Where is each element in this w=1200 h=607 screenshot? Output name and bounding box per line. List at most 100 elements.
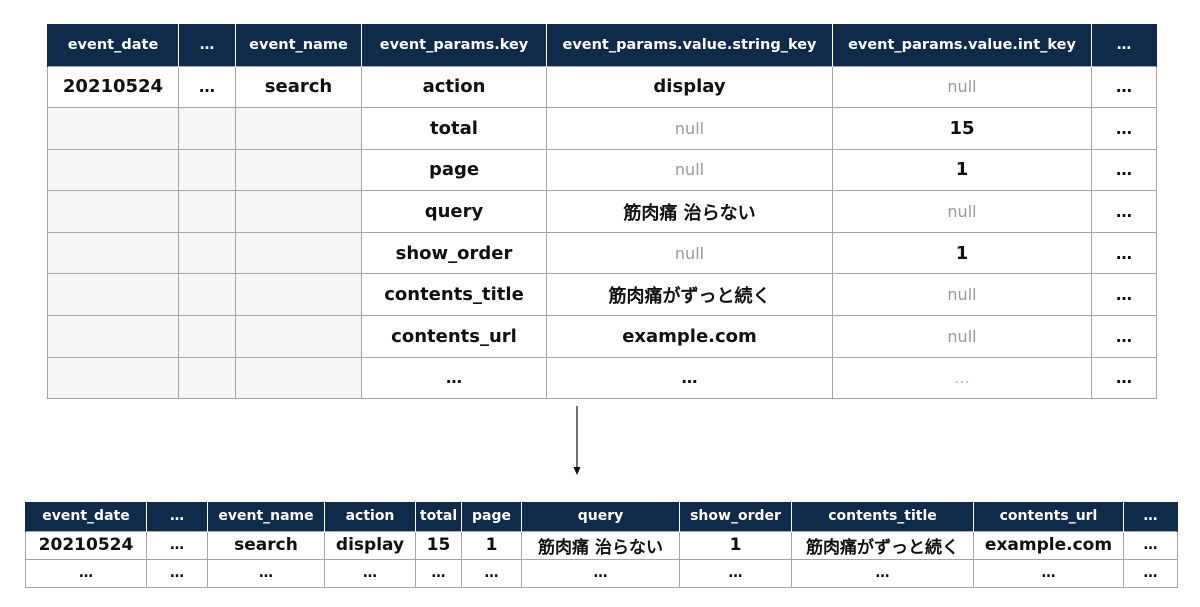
column-header: … [1091,24,1157,66]
table-cell [235,273,362,317]
column-header: … [1123,502,1178,531]
column-header: event_name [207,502,325,531]
down-arrow-icon [573,406,581,475]
table-cell: … [546,356,833,400]
table-cell [235,148,362,192]
table-cell [235,315,362,358]
table-cell: … [207,558,325,588]
table-cell: … [1091,356,1157,400]
table-cell: … [146,558,208,588]
table-cell [235,107,362,150]
table-cell: 1 [832,231,1092,275]
table-cell: … [1123,530,1178,560]
table-cell: null [546,107,833,150]
table-cell: 筋肉痛がずっと続く [546,273,833,317]
column-header: … [146,502,208,531]
table-cell: action [361,65,547,109]
table-cell: show_order [361,231,547,275]
table-cell: display [546,65,833,109]
table-cell: contents_url [361,315,547,358]
table-cell: … [25,558,147,588]
table-cell [47,273,179,317]
column-header: query [521,502,680,531]
table-cell: … [1091,190,1157,233]
table-cell: page [361,148,547,192]
table-row: page null 1 … [47,148,1157,192]
table-cell [178,148,236,192]
table-cell [178,273,236,317]
table-row: 20210524 … search action display null … [47,65,1157,109]
table-cell: query [361,190,547,233]
table-row: query 筋肉痛 治らない null … [47,190,1157,233]
table-row: show_order null 1 … [47,231,1157,275]
table-cell: … [415,558,462,588]
table-cell: … [461,558,522,588]
table-row: contents_title 筋肉痛がずっと続く null … [47,273,1157,317]
table-cell: … [679,558,792,588]
table-cell: … [1091,273,1157,317]
table-cell [235,190,362,233]
flattened-event-table: event_date … event_name action total pag… [25,502,1178,588]
table-cell: … [1123,558,1178,588]
table-header-row: event_date … event_name event_params.key… [47,24,1157,66]
column-header: page [461,502,522,531]
column-header: event_params.key [361,24,547,66]
table-cell: total [361,107,547,150]
table-cell: … [1091,65,1157,109]
table-cell: 20210524 [47,65,179,109]
nested-event-params-table: event_date … event_name event_params.key… [47,24,1157,400]
table-cell [178,315,236,358]
table-cell: contents_title [361,273,547,317]
column-header: contents_url [973,502,1124,531]
table-cell: … [1091,107,1157,150]
column-header: action [324,502,416,531]
table-cell: 1 [461,530,522,560]
table-cell: search [235,65,362,109]
table-cell: … [1091,315,1157,358]
table-cell: … [146,530,208,560]
table-cell: … [1091,231,1157,275]
column-header: event_params.value.string_key [546,24,833,66]
table-cell [235,231,362,275]
table-cell [47,315,179,358]
table-cell: search [207,530,325,560]
table-row: contents_url example.com null … [47,315,1157,358]
table-row: 20210524 … search display 15 1 筋肉痛 治らない … [25,530,1178,560]
table-cell: 筋肉痛がずっと続く [791,530,974,560]
table-cell [235,356,362,400]
table-cell: example.com [546,315,833,358]
table-cell: 20210524 [25,530,147,560]
table-cell: 筋肉痛 治らない [521,530,680,560]
table-cell: 15 [415,530,462,560]
table-cell [178,190,236,233]
column-header: event_date [47,24,179,66]
table-cell: 1 [832,148,1092,192]
column-header: event_name [235,24,362,66]
table-cell: null [832,273,1092,317]
table-cell: null [546,231,833,275]
table-cell: null [832,65,1092,109]
table-cell: null [546,148,833,192]
table-cell [178,231,236,275]
column-header: show_order [679,502,792,531]
table-cell: 1 [679,530,792,560]
table-cell: null [832,190,1092,233]
table-cell: … [361,356,547,400]
table-cell [178,107,236,150]
table-cell [178,356,236,400]
column-header: total [415,502,462,531]
table-cell: … [324,558,416,588]
column-header: event_params.value.int_key [832,24,1092,66]
table-cell: display [324,530,416,560]
table-cell [47,231,179,275]
table-cell: … [178,65,236,109]
table-cell: 筋肉痛 治らない [546,190,833,233]
table-row: total null 15 … [47,107,1157,150]
table-cell: … [791,558,974,588]
table-cell: … [521,558,680,588]
column-header: … [178,24,236,66]
table-cell: … [1091,148,1157,192]
table-row: … … … … … … … … … … … [25,558,1178,588]
table-header-row: event_date … event_name action total pag… [25,502,1178,531]
table-cell: … [973,558,1124,588]
